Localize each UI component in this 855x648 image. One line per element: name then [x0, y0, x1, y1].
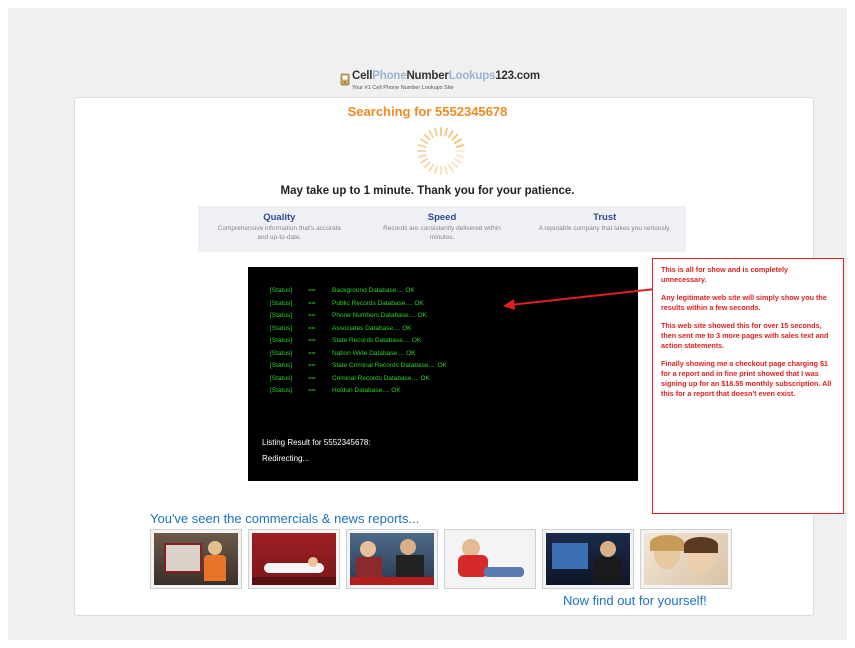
annotation-paragraph: This is all for show and is completely u… — [661, 265, 789, 284]
spinner-spoke — [451, 133, 459, 141]
annotation-paragraph: Finally showing me a checkout page charg… — [661, 359, 832, 398]
patience-message: May take up to 1 minute. Thank you for y… — [280, 185, 575, 197]
feature-title: Quality — [263, 212, 296, 223]
annotation-arrow-icon — [503, 288, 656, 310]
spinner-spoke — [455, 154, 465, 158]
result-status: Listing Result for 5552345678: Redirecti… — [262, 435, 371, 467]
feature-description: A reputable company that takes you serio… — [538, 225, 671, 232]
redirecting-text: Redirecting... — [262, 454, 310, 463]
spinner-spoke — [448, 130, 454, 139]
spinner-spoke — [420, 158, 429, 164]
media-thumbnail[interactable] — [444, 529, 536, 589]
commercials-heading: You've seen the commercials & news repor… — [150, 511, 420, 526]
status-line: [Status] == Holdon Database.... OK — [270, 387, 401, 394]
status-line: [Status] == Nation Wide Database.... OK — [270, 349, 416, 357]
logo-tagline: Your #1 Cell Phone Number Lookups Site — [352, 85, 454, 91]
spinner-spoke — [428, 163, 434, 172]
media-thumbnail[interactable] — [542, 529, 634, 589]
spinner-spoke — [417, 154, 427, 158]
spinner-spoke — [453, 138, 462, 144]
feature-description: Records are consistently delivered withi… — [383, 225, 501, 241]
spinner-spoke — [420, 138, 429, 144]
media-thumbnails — [150, 529, 732, 589]
status-lines: [Status] == Background Database.... OK [St… — [270, 285, 447, 398]
site-logo[interactable]: CellPhoneNumberLookups123.com Your #1 Ce… — [338, 70, 568, 96]
spinner-spoke — [417, 144, 427, 148]
media-thumbnail[interactable] — [346, 529, 438, 589]
status-line: [Status] == Associates Database.... OK — [270, 324, 412, 332]
status-line: [Status] == Background Database.... OK — [270, 287, 415, 294]
status-line: [Status] == Criminal Records Database.... … — [270, 374, 430, 382]
feature-description: Comprehensive information that's accurat… — [217, 225, 342, 241]
feature-quality: Quality Comprehensive information that's… — [198, 206, 361, 252]
media-thumbnail[interactable] — [150, 529, 242, 589]
status-line: [Status] == State Records Database.... OK — [270, 337, 422, 344]
spinner-spoke — [434, 165, 438, 175]
spinner-spoke — [451, 161, 459, 169]
media-thumbnail[interactable] — [248, 529, 340, 589]
spinner-spoke — [434, 127, 438, 137]
features-bar: Quality Comprehensive information that's… — [198, 206, 686, 252]
listing-result-text: Listing Result for 5552345678: — [262, 438, 371, 447]
spinner-spoke — [444, 165, 448, 175]
spinner-spoke — [444, 127, 448, 137]
spinner-spoke — [423, 133, 431, 141]
feature-trust: Trust A reputable company that takes you… — [523, 206, 686, 252]
spinner-spoke — [423, 161, 431, 169]
status-line: [Status] == State Criminal Records Databas… — [270, 362, 447, 369]
feature-title: Trust — [593, 212, 617, 223]
searching-heading: Searching for 5552345678 — [347, 104, 508, 119]
annotation-paragraph: Any legitimate web site will simply show… — [661, 293, 827, 312]
find-out-link[interactable]: Now find out for yourself! — [563, 593, 707, 608]
loading-spinner-icon — [417, 127, 465, 175]
feature-speed: Speed Records are consistently delivered… — [361, 206, 524, 252]
status-line: [Status] == Public Records Database.... OK — [270, 299, 424, 307]
logo-text: CellPhoneNumberLookups123.com — [352, 70, 540, 82]
phone-icon — [340, 73, 350, 86]
status-line: [Status] == Phone Numbers Database.... OK — [270, 312, 428, 319]
spinner-spoke — [428, 130, 434, 139]
spinner-spoke — [453, 158, 462, 164]
media-thumbnail[interactable] — [640, 529, 732, 589]
annotation-callout: This is all for show and is completely u… — [652, 258, 844, 514]
spinner-spoke — [448, 163, 454, 172]
feature-title: Speed — [427, 212, 457, 223]
spinner-spoke — [455, 144, 465, 148]
annotation-paragraph: This web site showed this for over 15 se… — [661, 321, 829, 350]
